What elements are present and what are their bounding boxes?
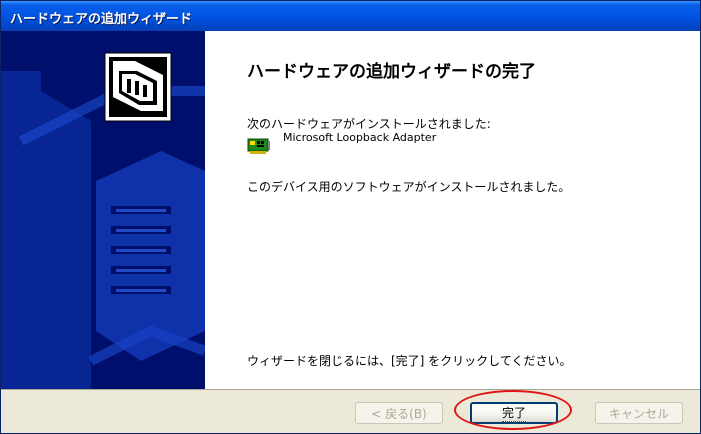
finish-button-label: 完了	[501, 406, 526, 422]
decorative-hardware-art	[1, 52, 205, 389]
wizard-content: ハードウェアの追加ウィザードの完了 次のハードウェアがインストールされました: …	[205, 31, 700, 389]
cancel-button[interactable]: キャンセル	[595, 402, 683, 424]
software-installed-text: このデバイス用のソフトウェアがインストールされました。	[247, 180, 571, 194]
wizard-window: ハードウェアの追加ウィザード ハードウェアの追加ウィザードの完了 次のハードウェ…	[0, 0, 701, 434]
page-title: ハードウェアの追加ウィザードの完了	[247, 62, 536, 82]
back-button[interactable]: < 戻る(B)	[355, 402, 443, 424]
wizard-side-panel	[1, 31, 205, 389]
installed-intro-text: 次のハードウェアがインストールされました:	[247, 117, 491, 131]
title-bar[interactable]: ハードウェアの追加ウィザード	[1, 1, 700, 31]
button-bar: < 戻る(B) 完了 キャンセル	[1, 389, 700, 433]
finish-button[interactable]: 完了	[470, 402, 558, 424]
close-instruction-text: ウィザードを閉じるには、[完了] をクリックしてください。	[247, 354, 572, 368]
network-adapter-icon	[247, 138, 270, 154]
device-name: Microsoft Loopback Adapter	[283, 131, 437, 144]
window-title: ハードウェアの追加ウィザード	[10, 12, 193, 27]
wizard-body: ハードウェアの追加ウィザードの完了 次のハードウェアがインストールされました: …	[1, 31, 700, 389]
hardware-box-icon	[104, 52, 172, 122]
